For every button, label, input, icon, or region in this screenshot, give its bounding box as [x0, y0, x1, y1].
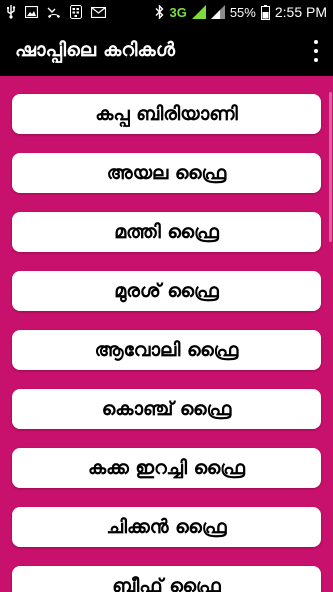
image-icon	[25, 6, 38, 18]
curry-button-avoli-fry[interactable]: ആവോലി ഫ്രൈ	[12, 330, 321, 370]
signal-icon	[191, 5, 206, 19]
app-bar: ഷാപ്പിലെ കറികൾ	[0, 24, 333, 76]
signal-icon	[210, 5, 225, 19]
battery-percent: 55%	[229, 4, 256, 20]
screen: 3G 55% 2:55 PM ഷാപ്പിലെ കറികൾ കപ്പ ബിരിയ…	[0, 0, 333, 592]
curry-button-ayala-fry[interactable]: അയല ഫ്രൈ	[12, 153, 321, 193]
menu-dot	[314, 40, 318, 44]
scrollbar[interactable]	[329, 92, 332, 242]
bbm-icon	[70, 5, 82, 19]
system-icons: 3G 55% 2:55 PM	[155, 4, 327, 20]
bluetooth-icon	[155, 5, 164, 19]
missed-call-icon	[47, 6, 61, 19]
network-type: 3G	[169, 4, 187, 20]
curry-button-kappa-biriyani[interactable]: കപ്പ ബിരിയാണി	[12, 94, 321, 134]
usb-icon	[6, 5, 16, 19]
curry-button-kakka-irachi-fry[interactable]: കക്ക ഇറച്ചി ഫ്രൈ	[12, 448, 321, 488]
curry-button-chicken-fry[interactable]: ചിക്കൻ ഫ്രൈ	[12, 507, 321, 547]
overflow-menu-icon[interactable]	[309, 40, 323, 62]
curry-button-murash-fry[interactable]: മുരശ് ഫ്രൈ	[12, 271, 321, 311]
status-bar: 3G 55% 2:55 PM	[0, 0, 333, 24]
notification-icons	[6, 5, 106, 19]
menu-dot	[314, 58, 318, 62]
menu-dot	[314, 49, 318, 53]
curry-button-konju-fry[interactable]: കൊഞ്ച് ഫ്രൈ	[12, 389, 321, 429]
curry-button-mathi-fry[interactable]: മത്തി ഫ്രൈ	[12, 212, 321, 252]
curry-button-beef-fry[interactable]: ബീഫ് ഫ്രൈ	[12, 566, 321, 592]
clock: 2:55 PM	[274, 4, 327, 20]
app-title: ഷാപ്പിലെ കറികൾ	[15, 39, 176, 61]
battery-icon	[260, 4, 270, 20]
email-icon	[91, 6, 106, 18]
